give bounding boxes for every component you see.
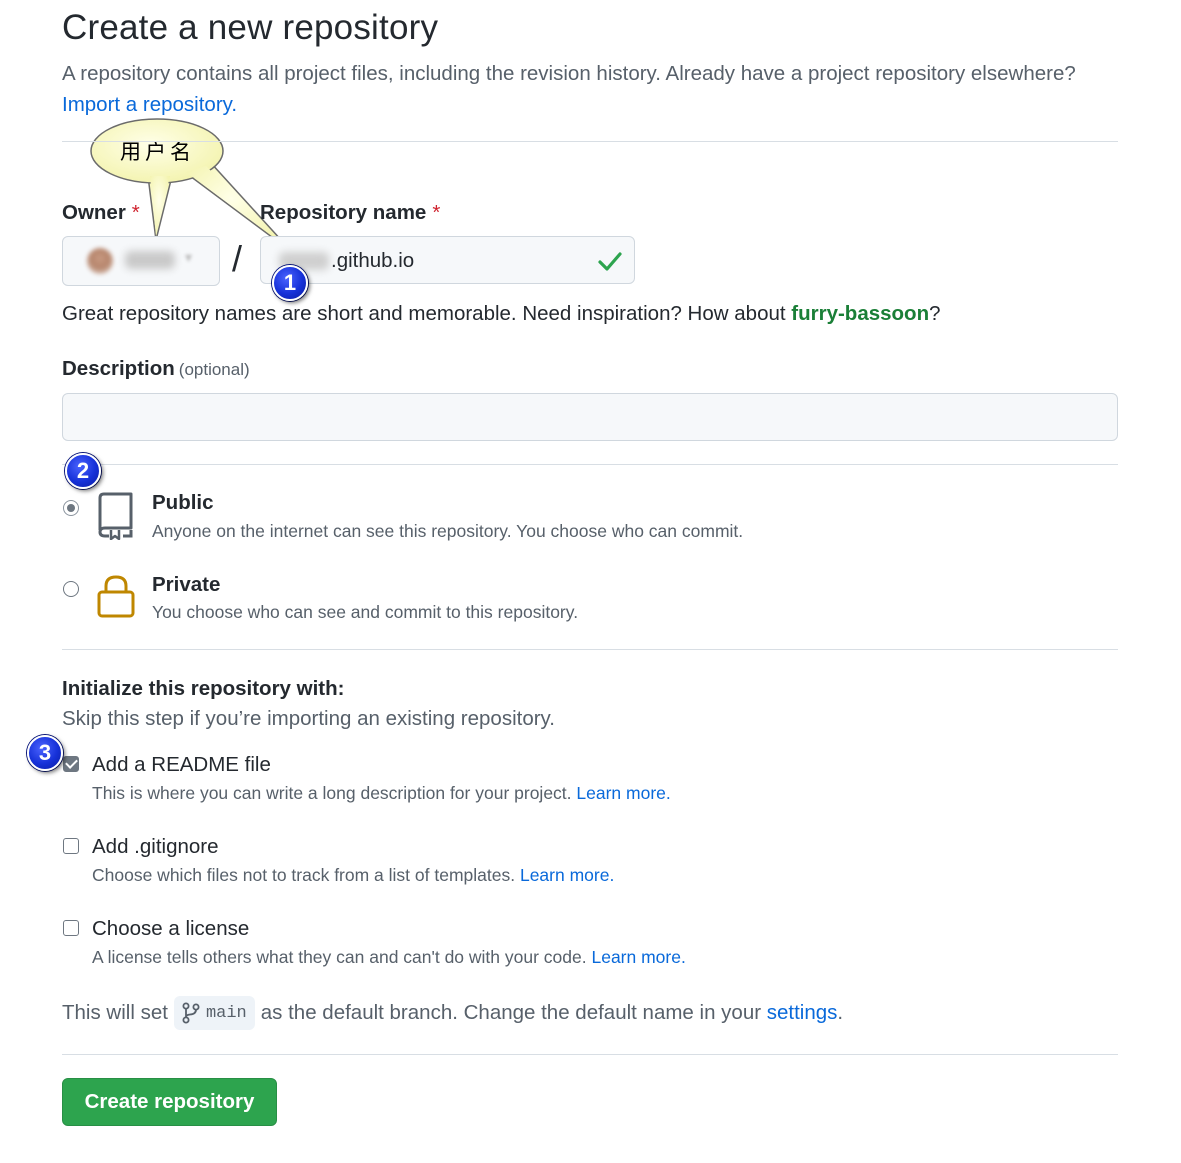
check-icon — [598, 252, 622, 271]
init-title: Initialize this repository with: — [62, 677, 345, 700]
name-suggestion[interactable]: furry-bassoon — [791, 302, 929, 325]
git-branch-icon — [182, 1002, 200, 1024]
required-mark: * — [131, 201, 140, 224]
gitignore-title: Add .gitignore — [92, 835, 219, 858]
private-desc: You choose who can see and commit to thi… — [152, 602, 579, 622]
page-subtitle: A repository contains all project files,… — [62, 62, 1076, 116]
gitignore-learn-more-link[interactable]: Learn more. — [520, 865, 614, 885]
private-title: Private — [152, 573, 221, 596]
readme-checkbox[interactable] — [63, 756, 79, 772]
branch-name: main — [205, 1003, 247, 1023]
owner-label: Owner * — [62, 201, 140, 224]
owner-name-redacted — [125, 251, 175, 269]
public-desc: Anyone on the internet can see this repo… — [152, 521, 744, 541]
description-label: Description (optional) — [62, 357, 250, 380]
name-hint: Great repository names are short and mem… — [62, 302, 941, 325]
divider — [62, 464, 1118, 465]
create-repository-button[interactable]: Create repository — [62, 1078, 277, 1126]
page-title: Create a new repository — [62, 8, 439, 47]
divider — [62, 141, 1118, 142]
annotation-badge-2: 2 — [65, 453, 101, 489]
annotation-badge-3: 3 — [27, 735, 63, 771]
repo-name-input[interactable]: .github.io — [260, 236, 635, 284]
gitignore-desc: Choose which files not to track from a l… — [92, 865, 615, 885]
divider — [62, 649, 1118, 650]
avatar — [87, 248, 113, 274]
optional-tag: (optional) — [178, 360, 250, 379]
license-checkbox[interactable] — [63, 920, 79, 936]
annotation-badge-1: 1 — [272, 265, 308, 301]
import-repo-link[interactable]: Import a repository. — [62, 93, 237, 116]
private-radio[interactable] — [63, 581, 79, 597]
branch-chip: main — [173, 996, 255, 1030]
public-radio[interactable] — [63, 500, 79, 516]
license-title: Choose a license — [92, 917, 250, 940]
settings-link[interactable]: settings — [767, 1001, 838, 1025]
repo-book-icon — [98, 492, 133, 540]
repo-name-label: Repository name * — [260, 201, 441, 224]
chevron-down-icon: ▾ — [185, 249, 193, 265]
description-input[interactable] — [62, 393, 1118, 441]
readme-learn-more-link[interactable]: Learn more. — [576, 783, 670, 803]
init-subtitle: Skip this step if you’re importing an ex… — [62, 707, 555, 730]
readme-desc: This is where you can write a long descr… — [92, 783, 671, 803]
required-mark: * — [432, 201, 441, 224]
lock-icon — [97, 575, 135, 618]
license-learn-more-link[interactable]: Learn more. — [591, 947, 685, 967]
divider — [62, 1054, 1118, 1055]
default-branch-note: This will set main as the default branch… — [62, 996, 843, 1030]
gitignore-checkbox[interactable] — [63, 838, 79, 854]
owner-select[interactable]: ▾ — [62, 236, 220, 286]
readme-title: Add a README file — [92, 753, 271, 776]
public-title: Public — [152, 491, 214, 514]
license-desc: A license tells others what they can and… — [92, 947, 686, 967]
owner-repo-separator: / — [232, 238, 243, 279]
repo-name-value: .github.io — [331, 249, 415, 272]
